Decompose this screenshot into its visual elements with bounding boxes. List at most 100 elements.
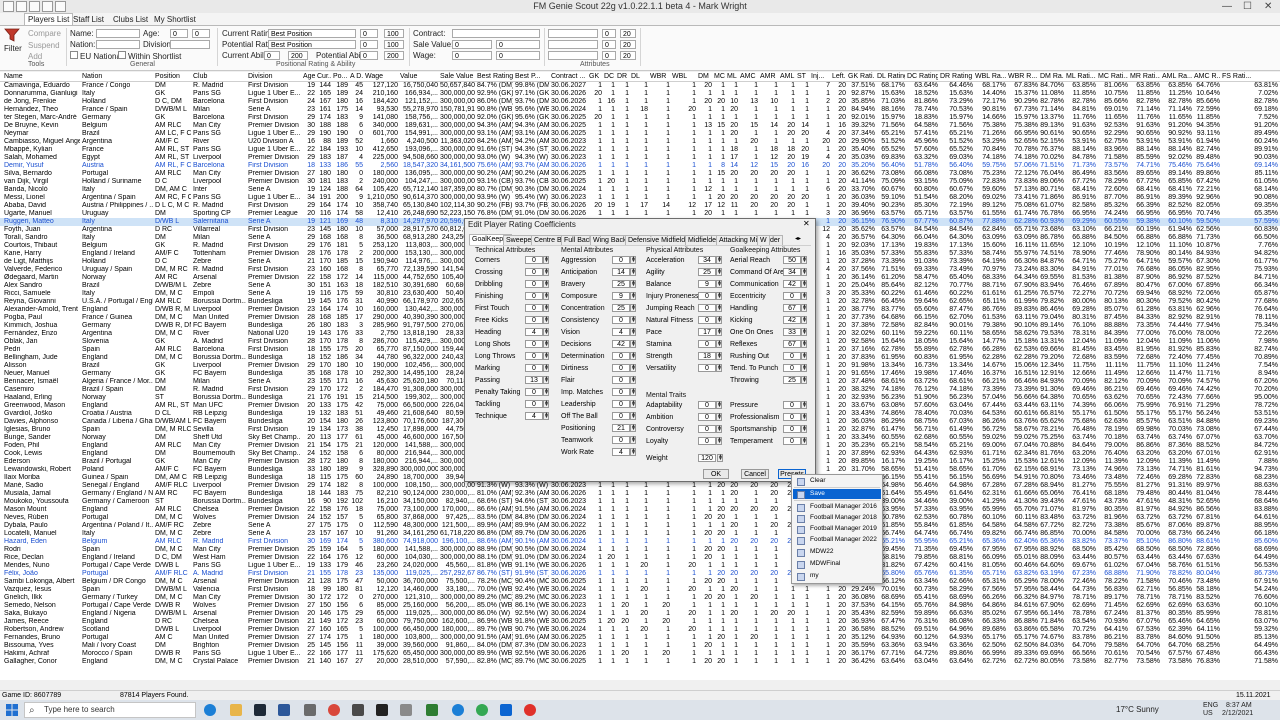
current-ability-from[interactable]: 0 [264, 51, 280, 60]
table-row[interactable]: Locatelli, Manuel Italy DM, M C Zebre Serie … [0, 530, 1280, 538]
spinner-arrows-icon[interactable]: ▲ ▼ [716, 413, 722, 421]
table-row[interactable]: Robertson, Andrew Scotland D/WB L Liverpool… [0, 626, 1280, 634]
column-header[interactable]: Division [248, 72, 301, 81]
tab-staff-list[interactable]: Staff List [70, 14, 107, 25]
table-row[interactable]: Rodri Spain DM, M C Man City Premier Divisio… [0, 546, 1280, 554]
spinner-arrows-icon[interactable]: ▲ ▼ [801, 364, 807, 372]
windows-start-icon[interactable] [6, 704, 18, 716]
spinner-arrows-icon[interactable]: ▲ ▼ [543, 376, 549, 384]
spinner-arrows-icon[interactable]: ▲ ▼ [716, 280, 722, 288]
table-row[interactable]: Camavinga, Eduardo France / Congo DM R. Mad… [0, 82, 1280, 90]
column-header[interactable]: DC [604, 72, 615, 81]
table-row[interactable]: Banda, Nicolò Italy DM, AM C Inter Serie A 19… [0, 186, 1280, 194]
table-row[interactable]: van Dijk, Virgil Holland / Suriname D C Liv… [0, 178, 1280, 186]
attribute-value-spinner[interactable]: 33 [783, 328, 801, 336]
attribute-value-spinner[interactable]: 0 [525, 352, 543, 360]
column-header[interactable]: AMC R... [1194, 72, 1220, 81]
attribute-value-spinner[interactable]: 25 [783, 376, 801, 384]
column-header[interactable]: DL [631, 72, 648, 81]
attribute-value-spinner[interactable]: 4 [525, 412, 543, 420]
sale-value-to[interactable]: 0 [496, 40, 540, 49]
potential-rating-to[interactable]: 100 [384, 40, 404, 49]
sale-value-from[interactable]: 0 [452, 40, 492, 49]
column-header[interactable]: DR [617, 72, 629, 81]
attribute-value-spinner[interactable]: 13 [525, 376, 543, 384]
chrome-icon[interactable] [328, 704, 340, 716]
spinner-arrows-icon[interactable]: ▲ ▼ [716, 352, 722, 360]
attribute-value-spinner[interactable]: 0 [612, 316, 630, 324]
name-input[interactable] [96, 29, 140, 38]
table-row[interactable]: Silva, Bernardo Portugal AM RLC Man City Pre… [0, 170, 1280, 178]
column-header[interactable]: WBL Ra... [975, 72, 1006, 81]
spinner-arrows-icon[interactable]: ▲ ▼ [716, 256, 722, 264]
column-header[interactable]: DM [698, 72, 712, 81]
table-row[interactable]: Gnelich, Ilkk Germany / Turkey DM, M C Man … [0, 594, 1280, 602]
spinner-arrows-icon[interactable]: ▲ ▼ [543, 352, 549, 360]
column-header[interactable]: ML Rati... [1066, 72, 1096, 81]
spinner-arrows-icon[interactable]: ▲ ▼ [630, 268, 636, 276]
attribute-value-spinner[interactable]: 14 [612, 268, 630, 276]
column-header[interactable]: Club [193, 72, 246, 81]
spinner-arrows-icon[interactable]: ▲ ▼ [716, 364, 722, 372]
attribute-value-spinner[interactable]: 0 [612, 388, 630, 396]
file-explorer-icon[interactable] [230, 704, 242, 716]
presets-menu-item[interactable]: Football Manager 2016 [793, 502, 881, 512]
column-header[interactable]: Left... [832, 72, 846, 81]
table-row[interactable]: Semedo, Nelson Portugal / Cape Verde D/WB … [0, 602, 1280, 610]
potential-ability-from[interactable]: 0 [360, 51, 378, 60]
attribute-select-2[interactable] [548, 40, 598, 49]
table-row[interactable]: Mbappé, Kylian France AM RL, ST Paris SG Lig… [0, 146, 1280, 154]
age-from-input[interactable]: 0 [170, 29, 188, 38]
column-header[interactable]: MC Rati... [1098, 72, 1128, 81]
spinner-arrows-icon[interactable]: ▲ ▼ [801, 280, 807, 288]
spinner-arrows-icon[interactable]: ▲ ▼ [801, 292, 807, 300]
spinner-arrows-icon[interactable]: ▲ ▼ [716, 316, 722, 324]
attribute-value-spinner[interactable]: 0 [525, 256, 543, 264]
tab-players-list[interactable]: Players List [24, 13, 74, 25]
table-row[interactable]: Gallagher, Conor England DM, M C Crystal Pa… [0, 658, 1280, 666]
attribute-value-spinner[interactable]: 4 [612, 448, 630, 456]
word-icon[interactable] [278, 704, 290, 716]
column-header[interactable]: Sale Value [440, 72, 475, 81]
spinner-arrows-icon[interactable]: ▲ ▼ [543, 412, 549, 420]
attribute-value-spinner[interactable]: 0 [525, 340, 543, 348]
column-header[interactable]: DL Rating [877, 72, 905, 81]
weight-spinner[interactable]: 120 [698, 454, 716, 462]
spinner-arrows-icon[interactable]: ▲ ▼ [630, 424, 636, 432]
column-header[interactable]: Wage [365, 72, 398, 81]
attribute-value-spinner[interactable]: 67 [783, 340, 801, 348]
current-rating-select[interactable]: Best Position [268, 29, 356, 38]
attribute-value-spinner[interactable]: 9 [698, 280, 716, 288]
spinner-arrows-icon[interactable]: ▲ ▼ [543, 364, 549, 372]
app-icon-11[interactable] [452, 704, 464, 716]
attribute-select-3[interactable] [548, 51, 598, 60]
attribute-value-spinner[interactable]: 25 [612, 280, 630, 288]
spinner-arrows-icon[interactable]: ▲ ▼ [630, 376, 636, 384]
attribute-value-spinner[interactable]: 0 [612, 436, 630, 444]
spinner-arrows-icon[interactable]: ▲ ▼ [801, 304, 807, 312]
attribute-value-spinner[interactable]: 0 [525, 280, 543, 288]
suspend-button[interactable]: Suspend [28, 41, 60, 50]
table-row[interactable]: Mendes, Nuno Portugal / Cape Verde D/WB LP… [0, 562, 1280, 570]
spinner-arrows-icon[interactable]: ▲ ▼ [543, 388, 549, 396]
attribute-value-spinner[interactable]: 0 [612, 412, 630, 420]
column-header[interactable]: MR Rati... [1130, 72, 1160, 81]
attribute-value-spinner[interactable]: 67 [783, 304, 801, 312]
spinner-arrows-icon[interactable]: ▲ ▼ [801, 352, 807, 360]
table-row[interactable]: Ababa, David Austria / Philippines / ... D… [0, 202, 1280, 210]
table-row[interactable]: Mané, Sadio Senegal / England AM/F RLC Live… [0, 482, 1280, 490]
table-row[interactable]: Mason Mount England AM RLC Chelsea Premier D… [0, 506, 1280, 514]
attribute-value-spinner[interactable]: 0 [783, 425, 801, 433]
column-header[interactable]: AML Ra... [1162, 72, 1192, 81]
attribute-value-spinner[interactable]: 18 [698, 352, 716, 360]
column-header[interactable]: WBR R... [1008, 72, 1038, 81]
potential-ability-to[interactable]: 200 [384, 51, 404, 60]
table-row[interactable]: Messi, Lionel Argentina / Spain AM RC, F C… [0, 194, 1280, 202]
presets-menu-item[interactable]: Save [793, 489, 881, 499]
genie-scout-icon[interactable] [426, 704, 438, 716]
spinner-arrows-icon[interactable]: ▲ ▼ [543, 268, 549, 276]
filter-button[interactable]: Filter [4, 28, 22, 53]
app-icon-8[interactable] [376, 704, 388, 716]
spinner-arrows-icon[interactable]: ▲ ▼ [630, 364, 636, 372]
attribute-value-spinner[interactable]: 0 [612, 376, 630, 384]
